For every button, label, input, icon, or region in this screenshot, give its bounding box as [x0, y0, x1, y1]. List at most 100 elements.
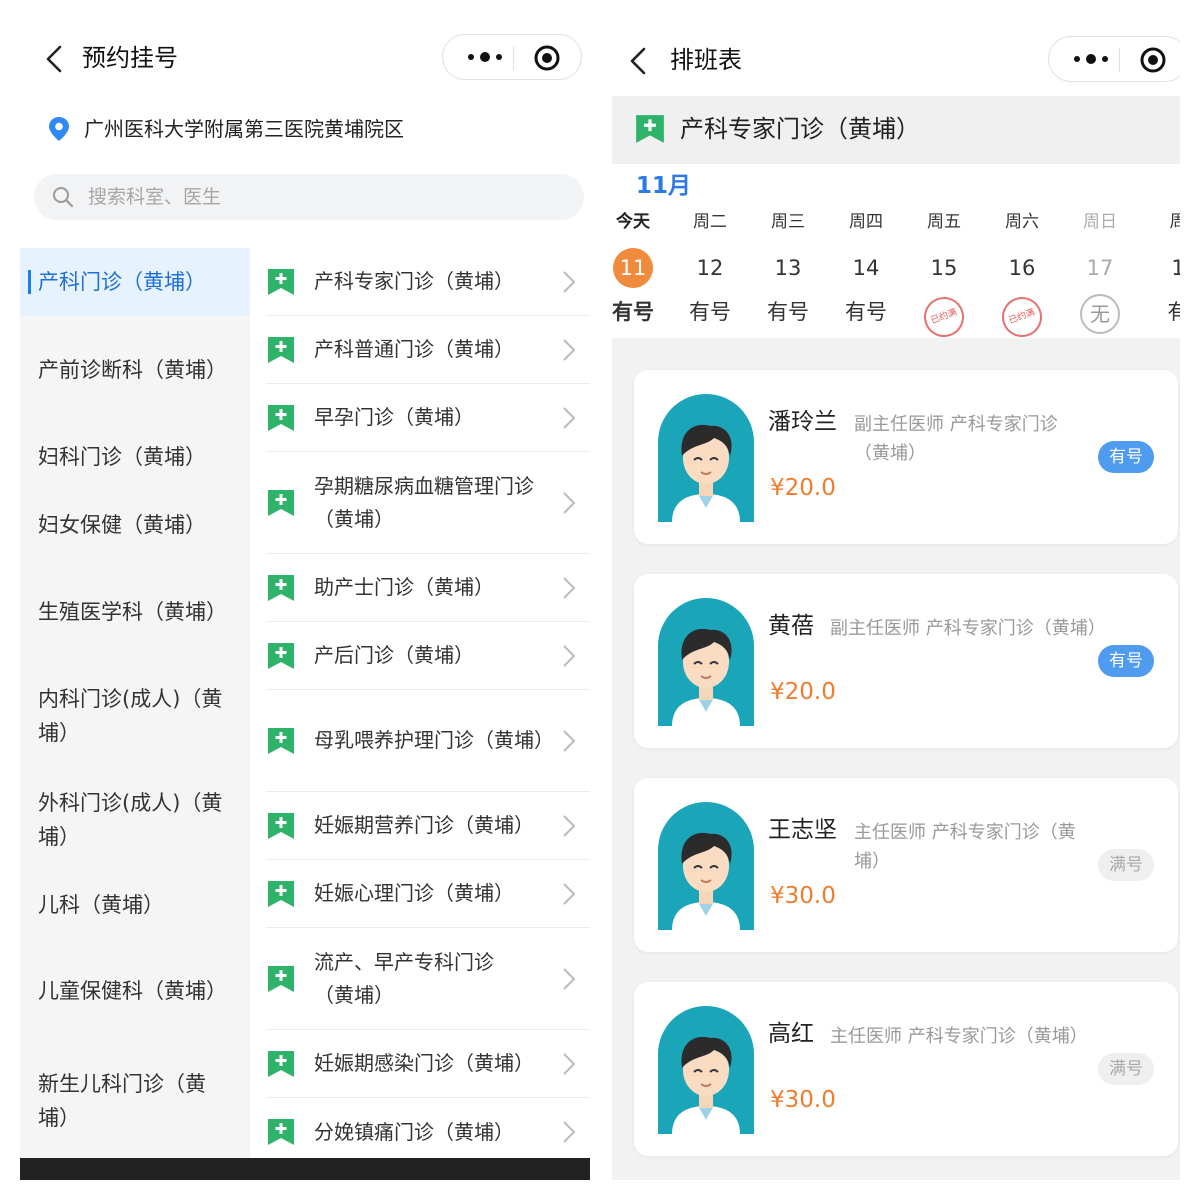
clinic-label: 流产、早产专科门诊（黄埔） [314, 949, 494, 1007]
clinic-label: 妊娠心理门诊（黄埔） [314, 881, 514, 905]
calendar-day[interactable]: 周六 16 已约满 [983, 210, 1061, 343]
more-icon[interactable] [1065, 45, 1117, 73]
doctor-avatar [658, 598, 754, 726]
department-item[interactable]: 产前诊断科（黄埔） [20, 316, 250, 424]
calendar-day[interactable]: 周二 12 有号 [671, 210, 749, 332]
clinic-icon [268, 574, 294, 601]
doctor-avatar [658, 394, 754, 522]
clinic-item[interactable]: 孕期糖尿病血糖管理门诊（黄埔） [266, 452, 590, 554]
date-number: 15 [930, 256, 958, 280]
bottom-bar [20, 1158, 590, 1180]
doctor-fee: ¥30.0 [770, 883, 836, 909]
hospital-name: 广州医科大学附属第三医院黄埔院区 [84, 117, 404, 141]
calendar-day[interactable]: 今天 11 有号 [612, 210, 672, 332]
doctor-title: 主任医师 产科专家门诊（黄埔） [854, 822, 1076, 872]
calendar-day[interactable]: 周三 13 有号 [749, 210, 827, 332]
doctor-title: 主任医师 产科专家门诊（黄埔） [830, 1026, 1088, 1047]
schedule-screen: 排班表 产科专家门诊（黄埔） 11月 今天 11 有号 周二 12 有号 周三 … [612, 20, 1180, 1180]
availability-status: 有号 [845, 300, 887, 324]
department-title: 产科专家门诊（黄埔） [680, 115, 920, 143]
clinic-label: 早孕门诊（黄埔） [314, 405, 474, 429]
weekday-label: 周二 [693, 212, 727, 232]
clinic-item[interactable]: 妊娠期营养门诊（黄埔） [266, 792, 590, 860]
department-item[interactable]: 新生儿科门诊（黄埔） [20, 1044, 250, 1158]
clinic-item[interactable]: 早孕门诊（黄埔） [266, 384, 590, 452]
location-pin-icon [49, 117, 69, 141]
calendar-day[interactable]: 周四 14 有号 [827, 210, 905, 332]
search-input[interactable]: 搜索科室、医生 [34, 174, 584, 220]
doctor-avatar [658, 802, 754, 930]
date-number: 17 [1086, 256, 1114, 280]
doctor-name: 潘玲兰 [768, 409, 837, 435]
page-title: 排班表 [670, 46, 742, 74]
clinic-icon [268, 268, 294, 295]
clinic-item[interactable]: 产科普通门诊（黄埔） [266, 316, 590, 384]
chevron-right-icon [563, 491, 576, 514]
department-item[interactable]: 生殖医学科（黄埔） [20, 560, 250, 664]
date-number: 11 [613, 248, 653, 288]
availability-badge: 满号 [1098, 849, 1154, 881]
weekday-label: 周六 [1005, 212, 1039, 232]
search-placeholder: 搜索科室、医生 [88, 186, 222, 208]
weekday-label: 周三 [771, 212, 805, 232]
month-label: 11月 [636, 173, 692, 199]
weekday-label: 周日 [1083, 212, 1117, 232]
no-schedule-stamp: 无 [1080, 294, 1120, 334]
date-number: 14 [852, 256, 880, 280]
page: 预约挂号 广州医科大学附属第三医院黄埔院区 搜索科室、医生 产科门诊（黄埔） 产… [0, 0, 1200, 1200]
doctor-avatar [658, 1006, 754, 1134]
doctor-card[interactable]: 王志坚 主任医师 产科专家门诊（黄埔） ¥30.0 满号 [634, 778, 1178, 952]
department-item[interactable]: 妇科门诊（黄埔） [20, 424, 250, 490]
fully-booked-stamp: 已约满 [996, 291, 1048, 343]
weekday-label: 周 [1169, 212, 1181, 232]
clinic-label: 妊娠期营养门诊（黄埔） [314, 813, 534, 837]
clinic-item[interactable]: 分娩镇痛门诊（黄埔） [266, 1098, 590, 1166]
calendar-day[interactable]: 周 1 有 [1139, 210, 1181, 332]
department-item[interactable]: 妇女保健（黄埔） [20, 490, 250, 560]
target-icon[interactable] [1139, 46, 1167, 74]
back-icon[interactable] [42, 44, 68, 74]
department-item[interactable]: 内科门诊(成人)（黄埔） [20, 664, 250, 768]
chevron-right-icon [563, 1052, 576, 1075]
chevron-right-icon [563, 576, 576, 599]
clinic-icon [268, 336, 294, 363]
clinic-label: 助产士门诊（黄埔） [314, 575, 494, 599]
department-item[interactable]: 外科门诊(成人)（黄埔） [20, 768, 250, 872]
clinic-label: 产科专家门诊（黄埔） [314, 269, 514, 293]
clinic-icon [636, 115, 664, 143]
back-icon[interactable] [626, 46, 652, 76]
chevron-right-icon [563, 882, 576, 905]
target-icon[interactable] [533, 44, 561, 72]
clinic-item[interactable]: 产后门诊（黄埔） [266, 622, 590, 690]
clinic-item[interactable]: 妊娠期感染门诊（黄埔） [266, 1030, 590, 1098]
clinic-label: 母乳喂养护理门诊（黄埔） [314, 728, 554, 752]
date-number: 1 [1171, 256, 1180, 280]
department-item[interactable]: 儿童保健科（黄埔） [20, 938, 250, 1044]
availability-status: 有号 [767, 300, 809, 324]
calendar-day[interactable]: 周五 15 已约满 [905, 210, 983, 343]
clinic-item[interactable]: 流产、早产专科门诊（黄埔） [266, 928, 590, 1030]
department-item[interactable]: 儿科（黄埔） [20, 872, 250, 938]
doctor-name: 高红 [768, 1021, 814, 1047]
menu-capsule [1048, 36, 1180, 82]
clinic-item[interactable]: 妊娠心理门诊（黄埔） [266, 860, 590, 928]
more-icon[interactable] [459, 43, 511, 71]
doctor-name: 王志坚 [768, 817, 837, 843]
doctor-card[interactable]: 高红 主任医师 产科专家门诊（黄埔） ¥30.0 满号 [634, 982, 1178, 1156]
doctor-fee: ¥30.0 [770, 1087, 836, 1113]
clinic-icon [268, 812, 294, 839]
doctor-card[interactable]: 潘玲兰 副主任医师 产科专家门诊（黄埔） ¥20.0 有号 [634, 370, 1178, 544]
doctor-name: 黄蓓 [768, 613, 814, 639]
calendar-day[interactable]: 周日 17 无 [1061, 210, 1139, 334]
department-item[interactable]: 产科门诊（黄埔） [20, 248, 250, 316]
availability-status: 有号 [612, 300, 654, 324]
clinic-icon [268, 965, 294, 992]
clinic-item[interactable]: 助产士门诊（黄埔） [266, 554, 590, 622]
availability-badge: 有号 [1098, 645, 1154, 677]
chevron-right-icon [563, 729, 576, 752]
clinic-item[interactable]: 产科专家门诊（黄埔） [266, 248, 590, 316]
chevron-right-icon [563, 967, 576, 990]
clinic-item[interactable]: 母乳喂养护理门诊（黄埔） [266, 690, 590, 792]
clinic-list: 产科专家门诊（黄埔） 产科普通门诊（黄埔） 早孕门诊（黄埔） 孕期糖尿病血糖管理… [250, 248, 590, 1158]
doctor-card[interactable]: 黄蓓 副主任医师 产科专家门诊（黄埔） ¥20.0 有号 [634, 574, 1178, 748]
